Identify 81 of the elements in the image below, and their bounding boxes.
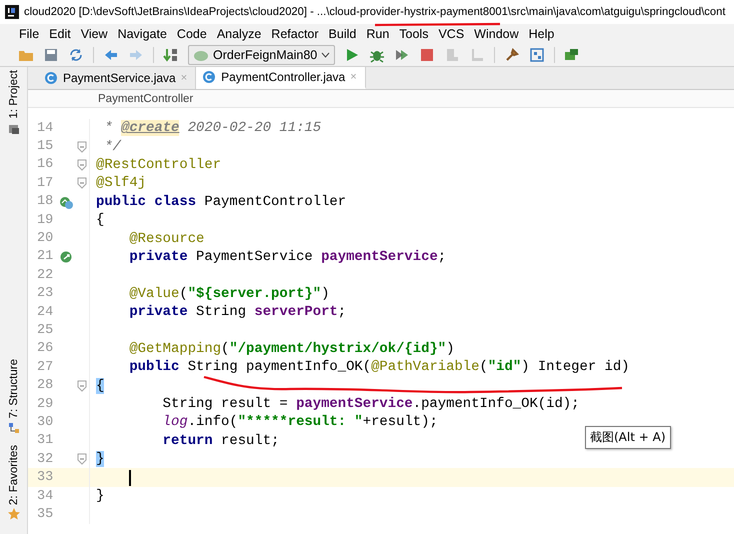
- grid-icon[interactable]: [529, 46, 546, 62]
- menu-item[interactable]: File: [14, 26, 44, 40]
- tool-window-tab[interactable]: 7: Structure: [8, 356, 20, 422]
- menu-item[interactable]: VCS: [433, 26, 470, 40]
- code-line: @Slf4j: [96, 175, 146, 192]
- code-line: public String paymentInfo_OK(@PathVariable("id") Integer id): [128, 359, 630, 376]
- menu-item[interactable]: Tools: [394, 26, 434, 40]
- run-icon[interactable]: [344, 46, 360, 62]
- app-icon: [5, 5, 19, 19]
- line-number: 18: [36, 194, 54, 210]
- menu-item[interactable]: Run: [361, 26, 394, 40]
- line-number: 26: [36, 341, 54, 356]
- line-number: 31: [36, 433, 54, 448]
- code-line: @GetMapping("/payment/hystrix/ok/{id}"): [128, 340, 454, 357]
- line-number: 33: [36, 470, 54, 486]
- code-line: @RestController: [96, 156, 222, 173]
- injection-gutter-icon[interactable]: [59, 250, 73, 264]
- class-icon: [44, 71, 58, 85]
- fold-icon[interactable]: [77, 158, 87, 171]
- module-icon[interactable]: [564, 46, 580, 62]
- line-number: 27: [36, 360, 54, 375]
- fold-icon[interactable]: [77, 380, 87, 392]
- line-number: 15: [36, 139, 54, 154]
- stop-icon[interactable]: [419, 46, 436, 62]
- line-number: 28: [36, 378, 54, 394]
- editor-tab[interactable]: PaymentController.java ×: [196, 67, 366, 89]
- line-number: 32: [36, 452, 54, 467]
- code-line: private PaymentService paymentService;: [128, 248, 446, 265]
- fold-icon[interactable]: [77, 177, 87, 190]
- menu-item[interactable]: Edit: [44, 26, 76, 40]
- tool-window-tab[interactable]: 2: Favorites: [8, 442, 20, 508]
- line-number: 30: [36, 414, 54, 430]
- caret-icon: [321, 52, 330, 58]
- line-number: 16: [36, 157, 54, 172]
- line-number: 22: [36, 268, 54, 283]
- menu-item[interactable]: Analyze: [212, 26, 266, 40]
- line-number: 25: [36, 322, 54, 338]
- run-config-dropdown[interactable]: OrderFeignMain80: [188, 44, 336, 64]
- code-line: @Resource: [128, 230, 204, 247]
- menu-item[interactable]: Help: [524, 26, 560, 40]
- menu-item[interactable]: Code: [172, 26, 212, 40]
- line-number: 14: [36, 120, 54, 136]
- line-number: 34: [36, 488, 54, 504]
- class-icon: [202, 70, 216, 84]
- menu-item[interactable]: Refactor: [266, 26, 324, 40]
- save-icon[interactable]: [43, 46, 59, 62]
- line-number: 24: [36, 304, 54, 320]
- code-line: * @create 2020-02-20 11:15: [103, 120, 322, 136]
- code-line: private String serverPort;: [128, 304, 346, 320]
- breadcrumb[interactable]: PaymentController: [98, 92, 194, 104]
- structure-icon: [8, 422, 20, 434]
- code-line: @Value("${server.port}"): [128, 286, 330, 302]
- wrench-icon[interactable]: [504, 46, 520, 62]
- code-line: }: [96, 488, 104, 504]
- fold-icon[interactable]: [77, 140, 87, 153]
- line-number: 19: [36, 212, 54, 228]
- line-number: 35: [36, 506, 54, 522]
- line-number: 23: [36, 286, 54, 302]
- window-title: cloud2020 [D:\devSoft\JetBrains\IdeaProjects\cloud2020] - ...\cloud-provider-hystrix-payment8001\src\main\java\com\atguigu\springcloud\cont: [24, 6, 726, 18]
- sync-icon[interactable]: [68, 46, 84, 62]
- code-line: log.info("*****result: "+result);: [162, 414, 438, 430]
- line-number: 29: [36, 396, 54, 412]
- menu-item[interactable]: Navigate: [112, 26, 172, 40]
- code-line: return result;: [162, 432, 280, 449]
- line-number: 17: [36, 176, 54, 191]
- menu-item[interactable]: Window: [469, 26, 524, 40]
- code-line: public class PaymentController: [96, 194, 346, 210]
- tool-window-tab[interactable]: 1: Project: [8, 67, 20, 122]
- bean-gutter-icon[interactable]: [59, 194, 73, 209]
- menu-item[interactable]: View: [76, 26, 113, 40]
- line-number: 21: [36, 249, 54, 264]
- star-icon: [8, 508, 20, 520]
- line-number: 20: [36, 231, 54, 246]
- build-icon[interactable]: [163, 46, 179, 62]
- code-line: */: [103, 138, 122, 155]
- code-line: String result = paymentService.paymentInfo_OK(id);: [162, 396, 580, 412]
- text-cursor: [129, 470, 130, 486]
- fold-icon[interactable]: [77, 453, 87, 466]
- tooltip: 截图(Alt + A): [585, 426, 671, 449]
- code-line: {: [96, 212, 104, 228]
- menu-item[interactable]: Build: [324, 26, 362, 40]
